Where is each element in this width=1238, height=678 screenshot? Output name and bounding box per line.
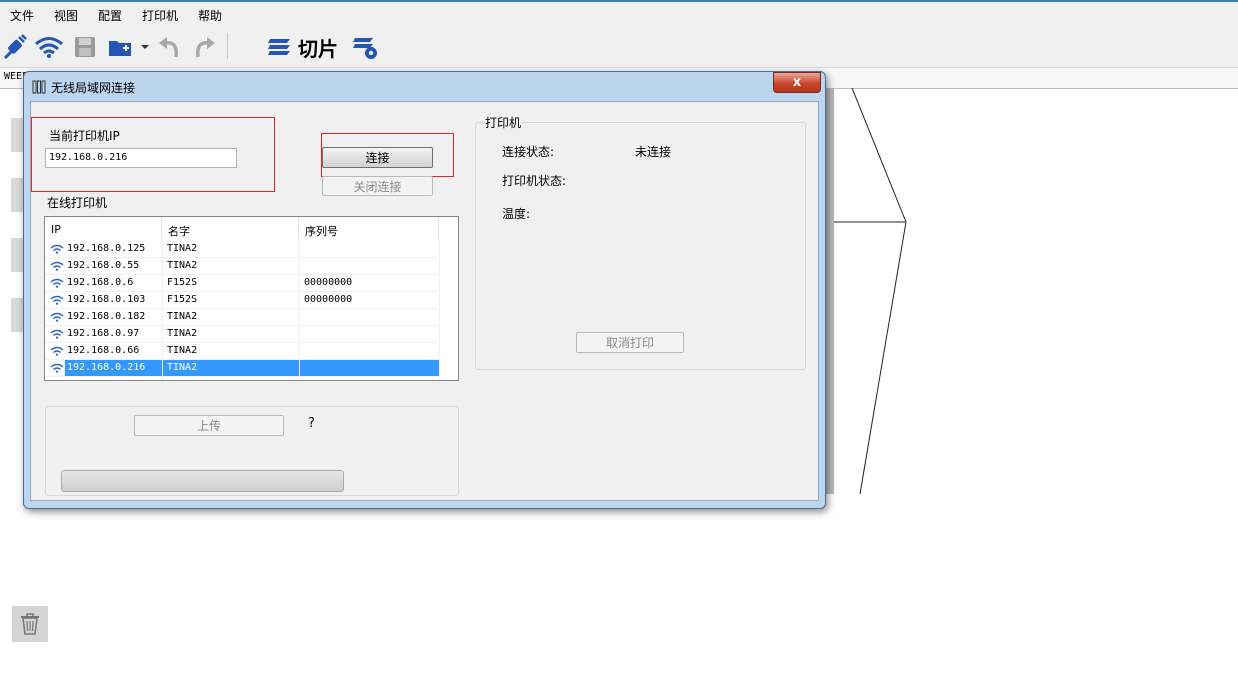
menu-printer[interactable]: 打印机: [142, 7, 178, 24]
row-ip: 192.168.0.182: [67, 311, 146, 322]
printer-list-row[interactable]: 192.168.0.182 TINA2: [45, 309, 438, 326]
wifi-icon: [50, 363, 64, 376]
current-ip-label: 当前打印机IP: [49, 129, 120, 143]
upload-progress-bar: [61, 470, 344, 492]
row-serial: 00000000: [304, 277, 353, 288]
column-header-ip[interactable]: IP: [45, 217, 162, 239]
chevron-down-icon[interactable]: [140, 32, 150, 62]
row-name: TINA2: [167, 345, 198, 356]
row-ip: 192.168.0.66: [67, 345, 140, 356]
printer-list-row[interactable]: 192.168.0.55 TINA2: [45, 258, 438, 275]
online-printers-label: 在线打印机: [47, 196, 108, 210]
row-name: F152S: [167, 277, 198, 288]
wifi-icon: [50, 346, 64, 359]
menu-file[interactable]: 文件: [10, 7, 34, 24]
connection-status-label: 连接状态:: [502, 145, 555, 159]
column-header-filler: [439, 217, 458, 239]
upload-button[interactable]: 上传: [134, 415, 284, 436]
row-ip: 192.168.0.216: [67, 362, 146, 373]
open-folder-icon[interactable]: [106, 32, 136, 62]
wifi-icon: [50, 261, 64, 274]
row-gridline: [45, 376, 438, 377]
slice-label[interactable]: 切片: [298, 33, 338, 62]
toolbar-separator: [227, 33, 228, 59]
disconnect-button[interactable]: 关闭连接: [322, 176, 433, 196]
printer-list-row[interactable]: 192.168.0.97 TINA2: [45, 326, 438, 343]
redo-icon[interactable]: [191, 32, 219, 62]
upload-help-icon[interactable]: ?: [308, 416, 315, 431]
row-ip: 192.168.0.103: [67, 294, 146, 305]
row-name: TINA2: [167, 243, 198, 254]
current-ip-field[interactable]: 192.168.0.216: [45, 148, 237, 168]
trash-icon[interactable]: [12, 606, 48, 642]
close-button[interactable]: x: [773, 72, 821, 93]
printer-list-row[interactable]: 192.168.0.216 TINA2: [45, 360, 439, 377]
dialog-title: 无线局域网连接: [51, 81, 136, 95]
printer-list-row[interactable]: 192.168.0.125 TINA2: [45, 241, 438, 258]
connect-button[interactable]: 连接: [322, 147, 433, 168]
online-printer-list[interactable]: IP 名字 序列号 192.168.0.125 TINA2 192.168.0.55…: [44, 216, 459, 381]
toolbar: 切片: [0, 27, 1238, 68]
column-header-serial[interactable]: 序列号: [299, 217, 439, 239]
printer-list-row[interactable]: 192.168.0.66 TINA2: [45, 343, 438, 360]
menu-config[interactable]: 配置: [98, 7, 122, 24]
slice-settings-icon[interactable]: [350, 32, 380, 62]
row-name: TINA2: [167, 260, 198, 271]
row-ip: 192.168.0.6: [67, 277, 134, 288]
connect-plug-icon[interactable]: [2, 32, 28, 62]
wlan-connection-dialog: 无线局域网连接 x 当前打印机IP 192.168.0.216 连接 关闭连接 …: [23, 71, 826, 509]
row-ip: 192.168.0.97: [67, 328, 140, 339]
temperature-label: 温度:: [502, 207, 531, 221]
column-header-name[interactable]: 名字: [162, 217, 299, 239]
slice-layers-icon[interactable]: [265, 32, 293, 62]
wifi-icon: [50, 244, 64, 257]
printer-status-label: 打印机状态:: [502, 174, 567, 188]
cancel-print-button[interactable]: 取消打印: [576, 332, 684, 353]
printer-list-row[interactable]: 192.168.0.6 F152S 00000000: [45, 275, 438, 292]
save-icon[interactable]: [73, 32, 97, 62]
wifi-icon: [50, 295, 64, 308]
connection-status-value: 未连接: [635, 145, 672, 159]
menu-view[interactable]: 视图: [54, 7, 78, 24]
row-name: TINA2: [167, 311, 198, 322]
column-gridline: [439, 239, 440, 380]
menu-bar: 文件 视图 配置 打印机 帮助: [0, 0, 1238, 27]
column-gridline: [299, 239, 300, 380]
row-name: TINA2: [167, 362, 198, 373]
printer-list-row[interactable]: 192.168.0.103 F152S 00000000: [45, 292, 438, 309]
row-name: F152S: [167, 294, 198, 305]
column-gridline: [162, 239, 163, 380]
dialog-client-area: 当前打印机IP 192.168.0.216 连接 关闭连接 在线打印机 IP 名…: [30, 101, 819, 501]
wifi-icon: [50, 312, 64, 325]
menu-help[interactable]: 帮助: [198, 7, 222, 24]
row-ip: 192.168.0.55: [67, 260, 140, 271]
wifi-icon: [50, 329, 64, 342]
dialog-app-icon: [32, 80, 46, 94]
row-ip: 192.168.0.125: [67, 243, 146, 254]
wifi-icon[interactable]: [33, 32, 65, 62]
row-serial: 00000000: [304, 294, 353, 305]
wifi-icon: [50, 278, 64, 291]
printer-group-label: 打印机: [483, 114, 524, 131]
undo-icon[interactable]: [155, 32, 183, 62]
row-name: TINA2: [167, 328, 198, 339]
